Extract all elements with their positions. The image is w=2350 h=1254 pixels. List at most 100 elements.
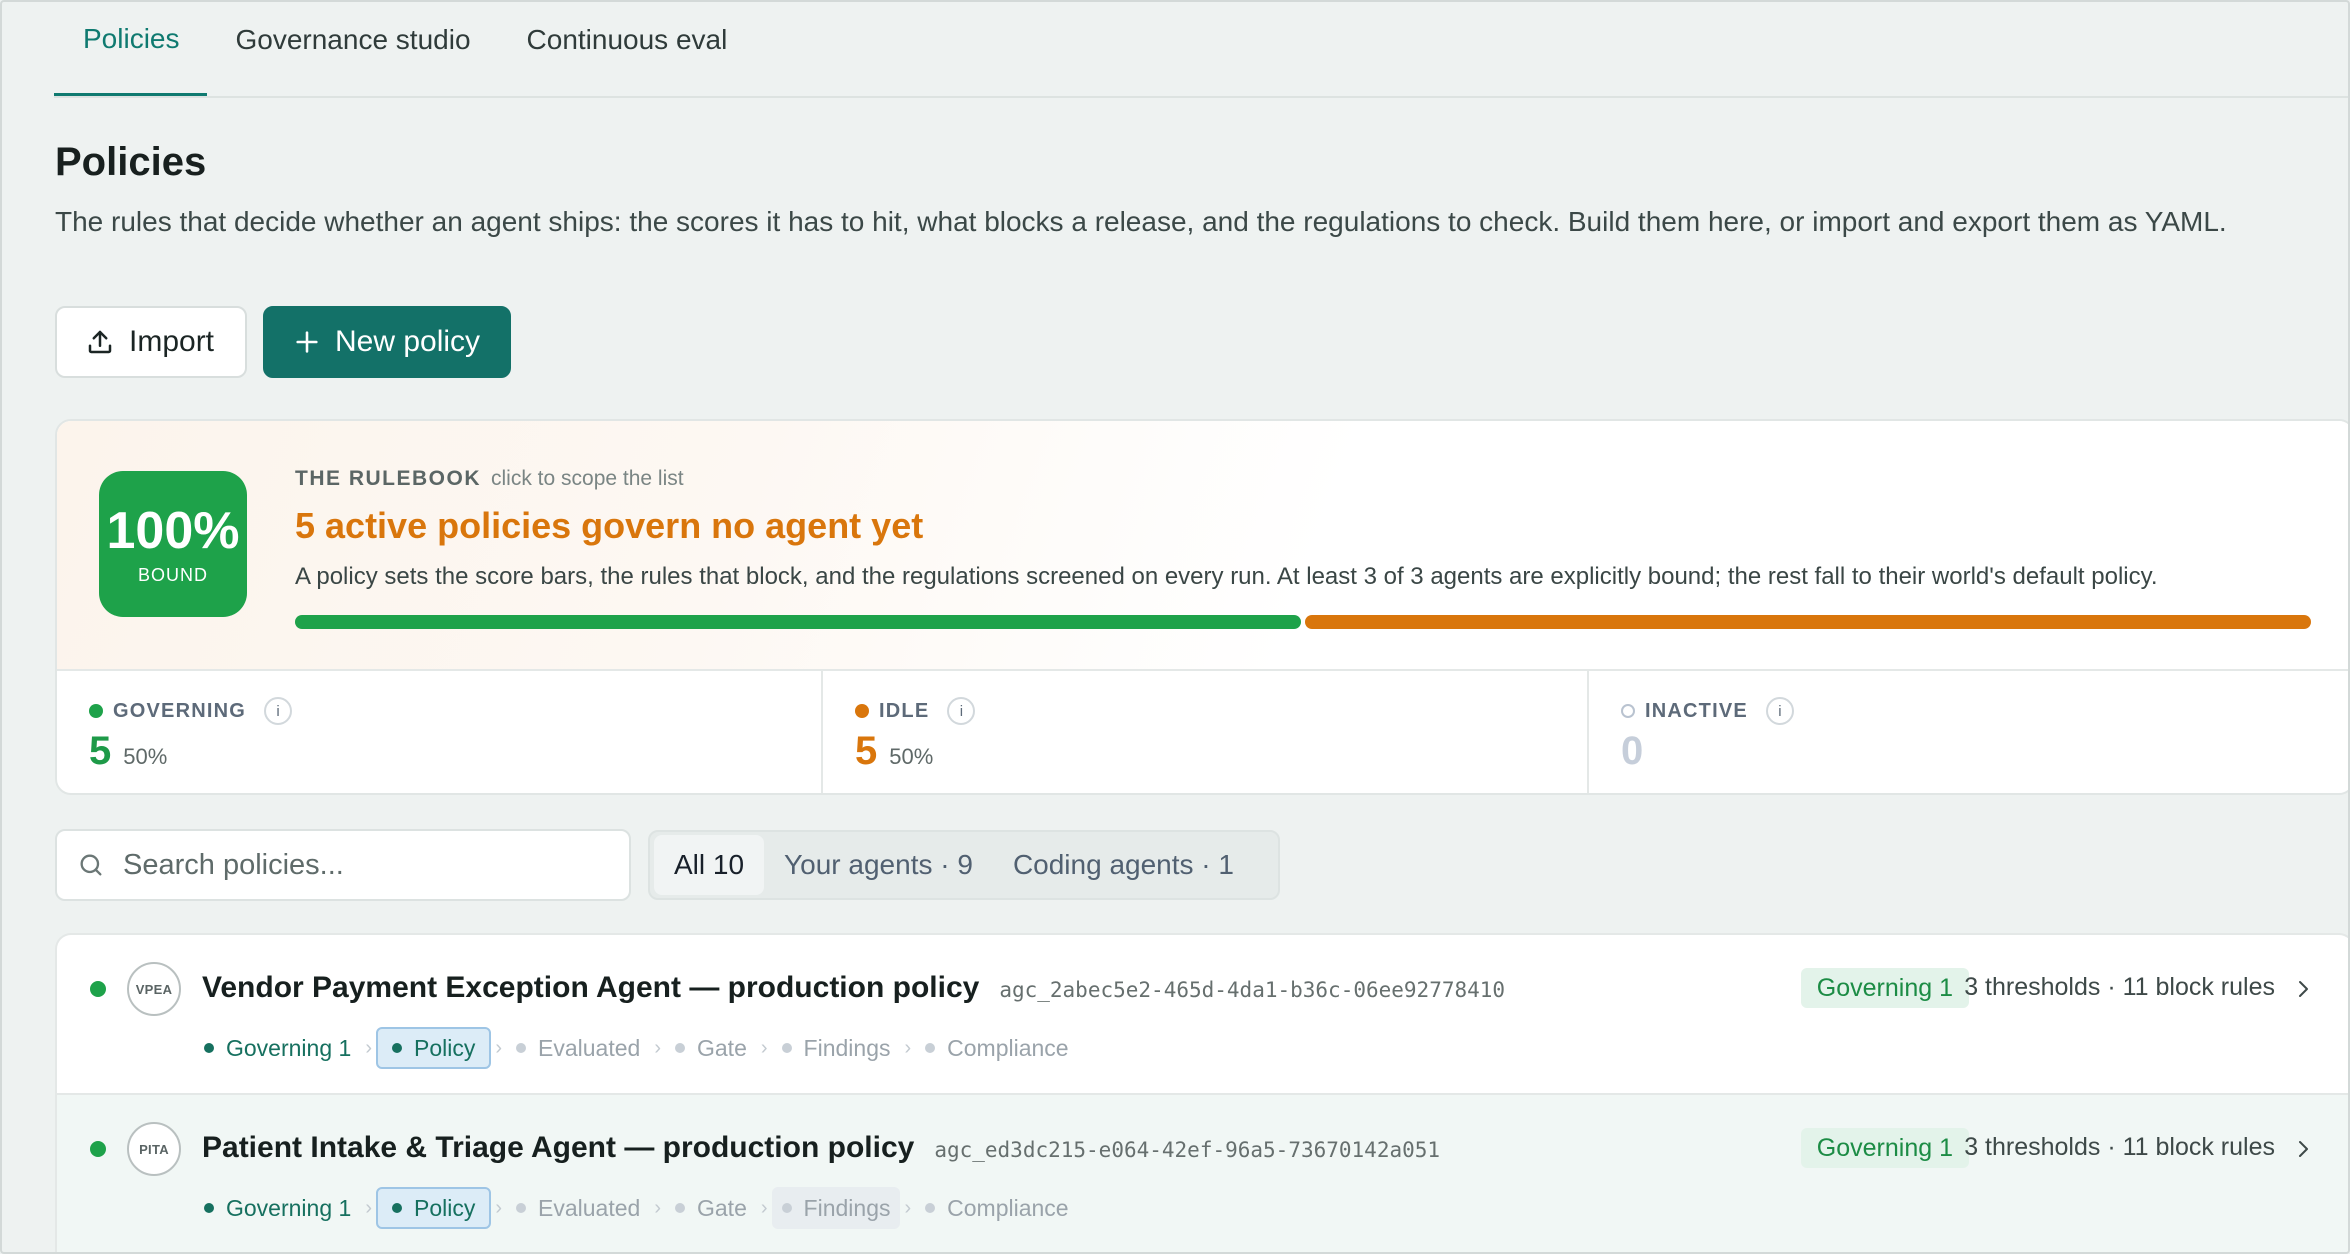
step-label: Findings (803, 1194, 891, 1221)
step-label: Policy (413, 1034, 476, 1061)
filter-coding-agents[interactable]: Coding agents · 1 (993, 835, 1254, 895)
step-label: Findings (803, 1034, 891, 1061)
step-governing[interactable]: Governing 1 (194, 1187, 361, 1229)
policy-title-line: Patient Intake & Triage Agent — producti… (202, 1131, 1440, 1165)
tab-continuous-eval[interactable]: Continuous eval (499, 2, 756, 96)
step-evaluated[interactable]: Evaluated (506, 1187, 650, 1229)
step-separator-icon: › (365, 1196, 372, 1219)
step-compliance[interactable]: Compliance (915, 1027, 1078, 1069)
policy-title: Patient Intake & Triage Agent — producti… (202, 1131, 915, 1164)
import-button-label: Import (129, 325, 215, 358)
step-label: Gate (697, 1194, 747, 1221)
step-policy[interactable]: Policy (375, 1187, 492, 1229)
rulebook-kicker-hint: click to scope the list (491, 467, 684, 490)
step-governing[interactable]: Governing 1 (194, 1027, 361, 1069)
search-input[interactable] (123, 848, 583, 882)
step-dot-icon (925, 1043, 936, 1053)
step-dot-icon (675, 1043, 685, 1053)
step-label: Governing 1 (226, 1194, 352, 1221)
page-title: Policies (55, 140, 207, 184)
policy-title: Vendor Payment Exception Agent — product… (202, 971, 980, 1004)
stat-value: 0 (1621, 729, 1644, 773)
step-dot-icon (781, 1203, 792, 1213)
stats-row: GOVERNING i 5 50% IDLE i 5 50% INACTIVE … (57, 671, 2348, 793)
avatar-initials: VPEA (135, 981, 173, 997)
status-badge: Governing 1 (1800, 968, 1969, 1008)
step-findings[interactable]: Findings (772, 1027, 901, 1069)
import-button[interactable]: Import (55, 306, 247, 378)
step-label: Compliance (947, 1034, 1069, 1061)
policy-id: agc_ed3dc215-e064-42ef-96a5-73670142a051 (934, 1138, 1441, 1162)
step-label: Policy (413, 1194, 476, 1221)
page-description: The rules that decide whether an agent s… (55, 206, 2227, 237)
step-dot-icon (781, 1043, 792, 1053)
stat-governing[interactable]: GOVERNING i 5 50% (57, 671, 823, 793)
step-separator-icon: › (760, 1196, 768, 1219)
action-bar: Import New policy (55, 306, 511, 378)
tab-bar: Policies Governance studio Continuous ev… (54, 2, 2348, 98)
step-findings[interactable]: Findings (771, 1187, 901, 1229)
step-separator-icon: › (904, 1196, 912, 1219)
filter-all[interactable]: All 10 (654, 835, 765, 895)
lifecycle-steps: Governing 1 › Policy › Evaluated › Gate … (194, 1187, 1079, 1229)
rulebook-card[interactable]: 100% BOUND THE RULEBOOK click to scope th… (55, 419, 2348, 795)
info-icon[interactable]: i (947, 697, 976, 725)
status-dot-icon (90, 981, 106, 997)
avatar: PITA (127, 1122, 181, 1176)
step-dot-icon (516, 1203, 527, 1213)
stat-value: 5 (855, 729, 878, 773)
stat-idle[interactable]: IDLE i 5 50% (823, 671, 1589, 793)
idle-dot-icon (855, 704, 869, 718)
policy-meta: 3 thresholds · 11 block rules (1964, 1133, 2275, 1161)
step-dot-icon (675, 1203, 685, 1213)
step-policy[interactable]: Policy (375, 1027, 492, 1069)
info-icon[interactable]: i (264, 697, 293, 725)
step-separator-icon: › (760, 1036, 768, 1059)
coverage-bar-idle (1305, 615, 2311, 629)
step-dot-icon (391, 1203, 402, 1213)
step-separator-icon: › (654, 1036, 661, 1059)
stat-label: INACTIVE (1645, 699, 1748, 722)
step-label: Gate (697, 1034, 747, 1061)
rulebook-headline: 5 active policies govern no agent yet (295, 505, 924, 546)
policy-row[interactable]: PITA Patient Intake & Triage Agent — pro… (55, 1093, 2348, 1252)
coverage-bar-governing (295, 615, 1301, 629)
avatar-initials: PITA (139, 1141, 169, 1157)
filter-your-agents[interactable]: Your agents · 9 (764, 835, 993, 895)
info-icon[interactable]: i (1765, 697, 1794, 725)
stat-label: GOVERNING (113, 699, 247, 722)
step-evaluated[interactable]: Evaluated (506, 1027, 650, 1069)
stat-label: IDLE (879, 699, 930, 722)
governing-dot-icon (89, 704, 103, 718)
chevron-right-icon[interactable] (2291, 977, 2315, 1001)
new-policy-button[interactable]: New policy (263, 306, 511, 378)
stat-inactive[interactable]: INACTIVE i 0 (1589, 671, 2348, 793)
step-separator-icon: › (654, 1196, 661, 1219)
stat-value: 5 (89, 729, 112, 773)
step-compliance[interactable]: Compliance (915, 1187, 1078, 1229)
step-dot-icon (925, 1203, 936, 1213)
search-box (55, 829, 631, 901)
step-separator-icon: › (495, 1036, 503, 1059)
stat-percent: 50% (123, 744, 168, 769)
chevron-right-icon[interactable] (2291, 1137, 2315, 1161)
inactive-dot-icon (1621, 704, 1635, 718)
status-dot-icon (90, 1141, 106, 1157)
step-label: Compliance (947, 1194, 1069, 1221)
app-frame: Policies Governance studio Continuous ev… (0, 0, 2350, 1254)
policy-row[interactable]: VPEA Vendor Payment Exception Agent — pr… (55, 933, 2348, 1093)
tab-policies[interactable]: Policies (54, 2, 208, 96)
step-separator-icon: › (365, 1036, 372, 1059)
step-gate[interactable]: Gate (665, 1027, 757, 1069)
upload-icon (88, 330, 112, 354)
tab-governance-studio[interactable]: Governance studio (207, 2, 498, 96)
lifecycle-steps: Governing 1 › Policy › Evaluated › Gate … (194, 1027, 1079, 1069)
bound-percentage: 100% (106, 501, 240, 560)
step-dot-icon (204, 1043, 214, 1053)
step-dot-icon (391, 1043, 402, 1053)
policy-meta: 3 thresholds · 11 block rules (1964, 973, 2275, 1001)
step-gate[interactable]: Gate (665, 1187, 757, 1229)
coverage-bar (295, 615, 2311, 629)
agent-filter: All 10 Your agents · 9 Coding agents · 1 (648, 830, 1280, 900)
policy-title-line: Vendor Payment Exception Agent — product… (202, 971, 1505, 1005)
